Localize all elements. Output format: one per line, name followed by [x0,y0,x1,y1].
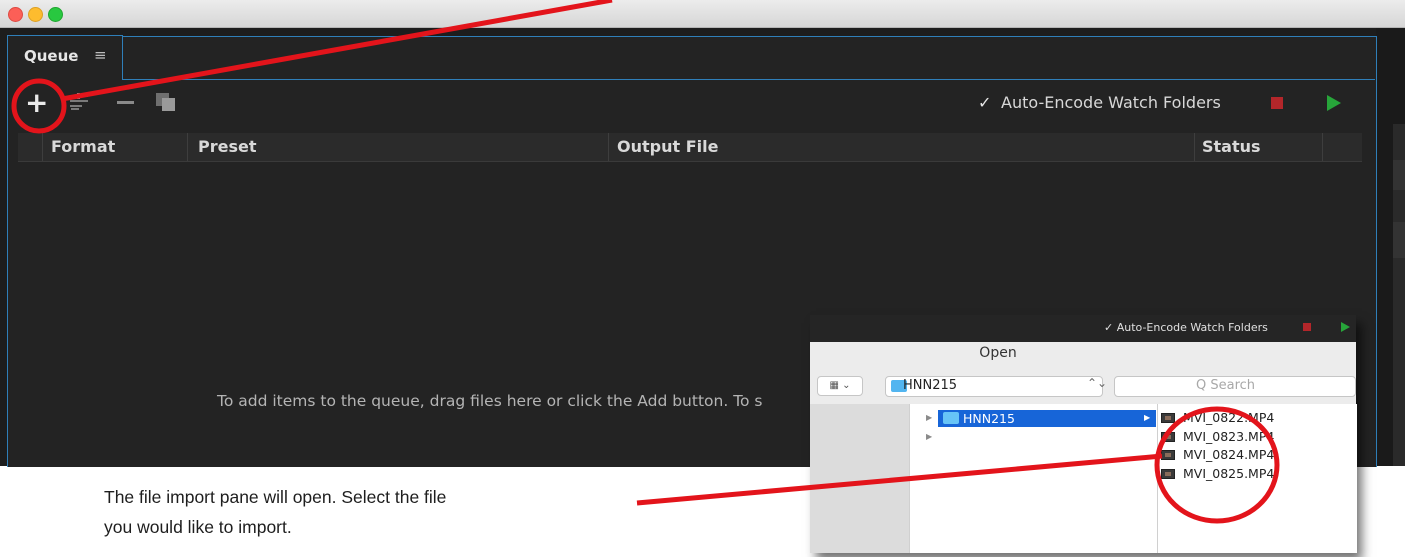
annotation-overlay [11,0,1280,524]
pointer-line [61,0,613,102]
highlight-circle [11,78,67,134]
highlight-circle [1154,406,1280,524]
pointer-line [636,453,1163,506]
